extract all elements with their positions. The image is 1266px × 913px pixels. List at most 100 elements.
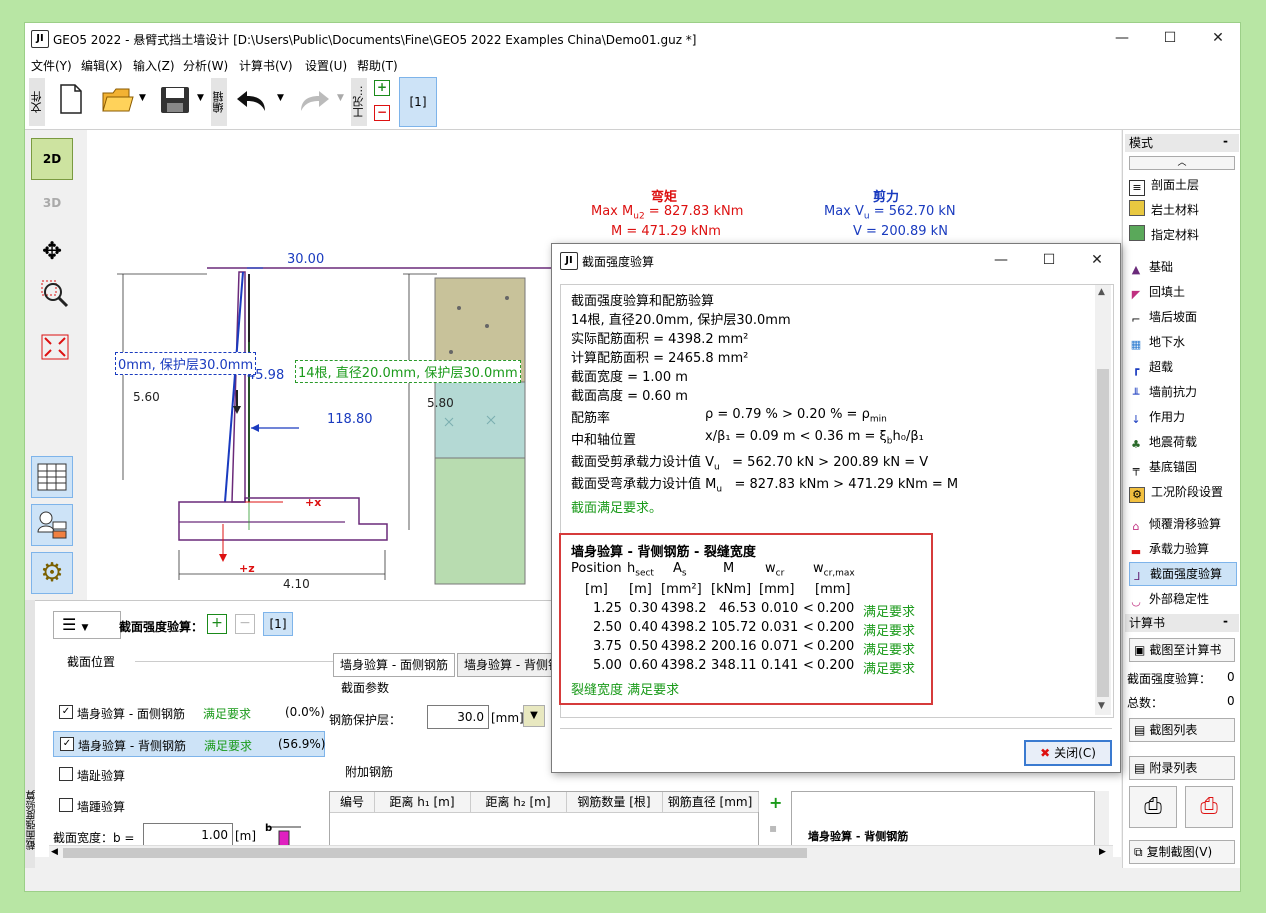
tab-front-rebar[interactable]: 墙身验算 - 面侧钢筋 xyxy=(333,653,455,677)
total-value: 0 xyxy=(1227,694,1235,708)
check-toe-checkbox[interactable] xyxy=(59,767,73,781)
add-to-report-button[interactable]: ▣ 截图至计算书 xyxy=(1129,638,1235,662)
table-view-button[interactable] xyxy=(31,456,73,498)
terrain-icon: ⌐ xyxy=(1131,313,1141,326)
fit-view-icon[interactable] xyxy=(41,334,69,360)
mode-item-anchor[interactable]: ╤ 基底锚固 xyxy=(1129,456,1235,478)
stage-indicator[interactable]: [1] xyxy=(263,612,293,636)
dialog-scroll-thumb[interactable] xyxy=(1097,369,1109,697)
mode-item-terrain[interactable]: ⌐ 墙后坡面 xyxy=(1129,306,1235,328)
menu-edit[interactable]: 编辑(X) xyxy=(81,57,123,74)
menu-analysis[interactable]: 分析(W) xyxy=(183,57,228,74)
menu-file[interactable]: 文件(Y) xyxy=(31,57,72,74)
mode-item-front-resistance[interactable]: ╨ 墙前抗力 xyxy=(1129,381,1235,403)
label-settings-button[interactable] xyxy=(31,504,73,546)
remove-stage-icon[interactable]: − xyxy=(374,105,390,121)
open-folder-icon[interactable] xyxy=(101,85,135,115)
dialog-close-action-button[interactable]: ✖ 关闭(C) xyxy=(1024,740,1112,766)
maximize-button[interactable]: ☐ xyxy=(1155,27,1185,49)
view-2d-button[interactable]: 2D xyxy=(31,138,73,180)
check-row-back[interactable]: ✓ 墙身验算 - 背侧钢筋 满足要求 (56.9%) xyxy=(53,731,325,757)
scroll-left-icon[interactable]: ◀ xyxy=(51,847,58,857)
print-preview-button[interactable]: ⎙ xyxy=(1185,786,1233,828)
scroll-up-button[interactable]: ︿ xyxy=(1129,156,1235,170)
col-number[interactable]: 编号 xyxy=(330,792,375,812)
front-resistance-icon: ╨ xyxy=(1132,388,1140,401)
cover-input[interactable]: 30.0 xyxy=(427,705,489,729)
mode-item-water[interactable]: ▦ 地下水 xyxy=(1129,331,1235,353)
dialog-close-button[interactable]: ✕ xyxy=(1082,249,1112,271)
edit-rebar-icon[interactable]: ▪ xyxy=(769,821,777,835)
col-h2[interactable]: 距离 h₂ [m] xyxy=(470,792,567,812)
new-file-icon[interactable] xyxy=(59,83,83,115)
check-back-checkbox[interactable]: ✓ xyxy=(60,737,74,751)
redo-dropdown-icon[interactable]: ▼ xyxy=(337,93,344,103)
open-dropdown-icon[interactable]: ▼ xyxy=(139,93,146,103)
add-stage-icon[interactable]: + xyxy=(374,80,390,96)
print-button[interactable]: ⎙ xyxy=(1129,786,1177,828)
add-check-icon[interactable]: + xyxy=(207,614,227,634)
close-button[interactable]: ✕ xyxy=(1203,27,1233,49)
undo-icon[interactable] xyxy=(235,87,269,113)
mode-item-foundation[interactable]: ▲ 基础 xyxy=(1129,256,1235,278)
window-title: GEO5 2022 - 悬臂式挡土墙设计 [D:\Users\Public\Do… xyxy=(53,33,697,47)
mode-item-bearing[interactable]: ▬ 承载力验算 xyxy=(1129,538,1235,560)
settings-gear-icon[interactable]: ⚙ xyxy=(31,552,73,594)
dialog-minimize-button[interactable]: — xyxy=(986,249,1016,271)
check-row-front[interactable]: ✓ 墙身验算 - 面侧钢筋 满足要求 (0.0%) xyxy=(57,701,325,723)
check-row-heel[interactable]: 墙踵验算 xyxy=(57,794,257,816)
vertical-tab-label[interactable]: 截面强度验算 xyxy=(25,750,38,850)
stage-1-button[interactable]: [1] xyxy=(399,77,437,127)
mode-item-surcharge[interactable]: ┏ 超载 xyxy=(1129,356,1235,378)
add-rebar-icon[interactable]: + xyxy=(769,793,782,812)
mode-item-stage-settings[interactable]: ⚙ 工况阶段设置 xyxy=(1129,481,1235,503)
copy-screenshot-button[interactable]: ⧉ 复制截图(V) xyxy=(1129,840,1235,864)
section-width-input[interactable]: 1.00 xyxy=(143,823,233,847)
screenshot-list-button[interactable]: ▤ 截图列表 xyxy=(1129,718,1235,742)
move-icon[interactable]: ✥ xyxy=(31,230,73,272)
save-icon[interactable] xyxy=(159,85,191,115)
col-diameter[interactable]: 钢筋直径 [mm] xyxy=(662,792,759,812)
results-scrollbar[interactable] xyxy=(1095,791,1109,845)
minimize-button[interactable]: — xyxy=(1107,27,1137,49)
mode-item-soils[interactable]: 岩土材料 xyxy=(1129,199,1235,221)
scroll-right-icon[interactable]: ▶ xyxy=(1099,847,1106,857)
count-label: 截面强度验算： xyxy=(1127,672,1212,686)
col-count[interactable]: 钢筋数量 [根] xyxy=(566,792,663,812)
list-view-dropdown[interactable]: ☰ ▼ xyxy=(53,611,121,639)
view-3d-button[interactable]: 3D xyxy=(31,182,73,224)
unit-position: [m] xyxy=(585,582,608,597)
mode-item-section-check[interactable]: ᒧ 截面强度验算 xyxy=(1129,562,1237,586)
undo-dropdown-icon[interactable]: ▼ xyxy=(277,93,284,103)
mode-item-assign[interactable]: 指定材料 xyxy=(1129,224,1235,246)
report-collapse-icon[interactable]: - xyxy=(1223,614,1228,628)
mode-item-forces[interactable]: ↓ 作用力 xyxy=(1129,406,1235,428)
save-dropdown-icon[interactable]: ▼ xyxy=(197,93,204,103)
mode-item-external-stability[interactable]: ◡ 外部稳定性 xyxy=(1129,588,1235,610)
zoom-icon[interactable] xyxy=(41,280,69,308)
scroll-down-icon[interactable]: ▼ xyxy=(1098,701,1105,711)
bottom-hscrollbar[interactable]: ◀ ▶ xyxy=(49,845,1113,860)
mode-item-backfill[interactable]: ◤ 回填土 xyxy=(1129,281,1235,303)
scroll-up-icon[interactable]: ▲ xyxy=(1098,287,1105,297)
cover-dropdown-button[interactable]: ▼ xyxy=(523,705,545,727)
appendix-list-button[interactable]: ▤ 附录列表 xyxy=(1129,756,1235,780)
menu-settings[interactable]: 设置(U) xyxy=(305,57,347,74)
dialog-vscrollbar[interactable]: ▲ ▼ xyxy=(1095,285,1111,715)
menu-input[interactable]: 输入(Z) xyxy=(133,57,175,74)
mode-collapse-icon[interactable]: - xyxy=(1223,134,1228,148)
remove-check-icon[interactable]: − xyxy=(235,614,255,634)
mode-item-overturning[interactable]: ⌂ 倾覆滑移验算 xyxy=(1129,513,1235,535)
add-report-icon: ▣ xyxy=(1134,643,1146,657)
col-h1[interactable]: 距离 h₁ [m] xyxy=(374,792,471,812)
dialog-maximize-button[interactable]: ☐ xyxy=(1034,249,1064,271)
mode-item-earthquake[interactable]: ♣ 地震荷载 xyxy=(1129,431,1235,453)
menu-report[interactable]: 计算书(V) xyxy=(239,57,293,74)
menu-help[interactable]: 帮助(T) xyxy=(357,57,398,74)
check-row-toe[interactable]: 墙趾验算 xyxy=(57,763,257,785)
mode-item-profile[interactable]: ≡ 剖面土层 xyxy=(1129,174,1235,196)
scroll-thumb[interactable] xyxy=(63,848,807,858)
check-front-checkbox[interactable]: ✓ xyxy=(59,705,73,719)
redo-icon[interactable] xyxy=(297,87,331,113)
check-heel-checkbox[interactable] xyxy=(59,798,73,812)
